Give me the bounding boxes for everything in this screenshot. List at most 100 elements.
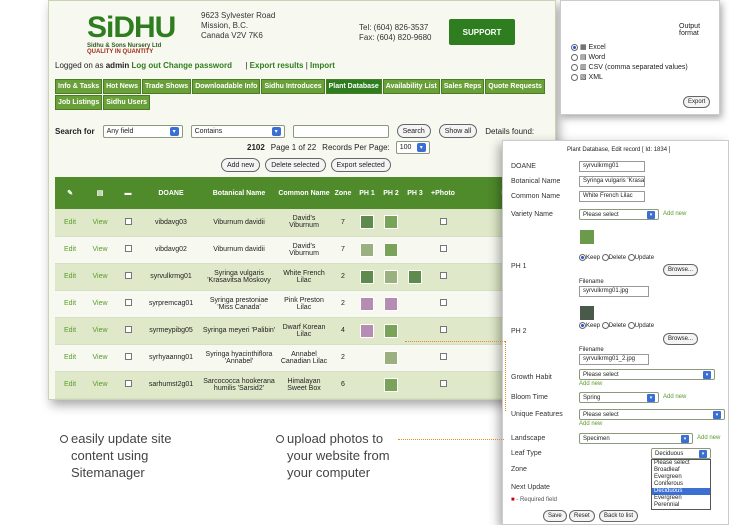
browse-button[interactable]: Browse... xyxy=(663,264,699,276)
show-all-button[interactable]: Show all xyxy=(438,124,478,138)
col-ph2[interactable]: PH 2 xyxy=(379,177,403,209)
radio[interactable] xyxy=(571,73,578,81)
back-to-list-button[interactable]: Back to list xyxy=(599,510,639,522)
bloom-select[interactable]: Spring ▾ xyxy=(579,392,659,403)
col-photo[interactable]: +Photo xyxy=(427,177,459,209)
photo-checkbox[interactable] xyxy=(439,353,447,360)
export-results-link[interactable]: Export results xyxy=(250,61,304,70)
edit-link[interactable]: Edit xyxy=(55,317,85,345)
view-link[interactable]: View xyxy=(85,344,115,372)
tab-trade-shows[interactable]: Trade Shows xyxy=(142,79,192,94)
col-botanical-name[interactable]: Botanical Name xyxy=(201,177,277,209)
common-field[interactable]: White French Lilac xyxy=(579,191,645,202)
operator-select[interactable]: Contains ▾ xyxy=(190,124,285,138)
photo-checkbox[interactable] xyxy=(439,299,447,306)
records-per-page-select[interactable]: 100 ▾ xyxy=(395,141,430,154)
view-link[interactable]: View xyxy=(85,209,115,237)
plant-thumbnail[interactable] xyxy=(384,377,398,392)
row-checkbox[interactable] xyxy=(124,272,132,279)
add-new-link[interactable]: Add new xyxy=(697,435,720,441)
filename-field[interactable]: syrvulkrmg01_2.jpg xyxy=(579,354,649,365)
unique-select[interactable]: Please select ▾ xyxy=(579,409,725,420)
add-new-link[interactable]: Add new xyxy=(663,394,686,400)
radio[interactable] xyxy=(627,254,635,261)
row-checkbox[interactable] xyxy=(124,380,132,387)
dropdown-option[interactable]: Evergreen xyxy=(652,495,710,502)
filename-field[interactable]: syrvulkrmg01.jpg xyxy=(579,286,649,297)
row-checkbox[interactable] xyxy=(124,245,132,252)
row-checkbox[interactable] xyxy=(124,326,132,333)
plant-thumbnail[interactable] xyxy=(360,269,374,284)
tab-plant-database[interactable]: Plant Database xyxy=(325,79,382,94)
photo-checkbox[interactable] xyxy=(439,272,447,279)
plant-thumbnail[interactable] xyxy=(384,242,398,257)
col-common-name[interactable]: Common Name xyxy=(277,177,331,209)
col-zone[interactable]: Zone xyxy=(331,177,355,209)
tab-sales-reps[interactable]: Sales Reps xyxy=(440,79,485,94)
radio[interactable] xyxy=(627,322,635,329)
radio[interactable] xyxy=(601,254,609,261)
edit-link[interactable]: Edit xyxy=(55,263,85,291)
leaf-select[interactable]: Deciduous ▾ xyxy=(651,448,711,459)
plant-thumbnail[interactable] xyxy=(360,242,374,257)
export-option-word[interactable]: ▤ Word xyxy=(571,53,688,63)
growth-select[interactable]: Please select ▾ xyxy=(579,369,715,380)
import-link[interactable]: Import xyxy=(310,61,335,70)
save-button[interactable]: Save xyxy=(543,510,567,522)
export-option-xml[interactable]: ▧ XML xyxy=(571,73,688,83)
add-new-link[interactable]: Add new xyxy=(579,421,602,427)
edit-link[interactable]: Edit xyxy=(55,290,85,318)
plant-thumbnail[interactable] xyxy=(384,323,398,338)
delete-selected-button[interactable]: Delete selected xyxy=(265,158,326,172)
botanical-field[interactable]: Syringa vulgaris 'Krasavitsa xyxy=(579,176,645,187)
ph1-thumbnail[interactable] xyxy=(579,229,595,245)
dropdown-option[interactable]: Please select xyxy=(652,460,710,467)
edit-link[interactable]: Edit xyxy=(55,209,85,237)
export-option-csv[interactable]: ▥ CSV (comma separated values) xyxy=(571,63,688,73)
tab-job-listings[interactable]: Job Listings xyxy=(55,95,103,110)
add-new-link[interactable]: Add new xyxy=(579,381,602,387)
browse-button[interactable]: Browse... xyxy=(663,333,699,345)
view-link[interactable]: View xyxy=(85,290,115,318)
plant-thumbnail[interactable] xyxy=(384,350,398,365)
row-checkbox[interactable] xyxy=(124,353,132,360)
plant-thumbnail[interactable] xyxy=(360,323,374,338)
tab-sidhu-users[interactable]: Sidhu Users xyxy=(103,95,151,110)
plant-thumbnail[interactable] xyxy=(384,215,398,230)
ph2-thumbnail[interactable] xyxy=(579,305,595,321)
edit-link[interactable]: Edit xyxy=(55,236,85,264)
col-doane[interactable]: DOANE xyxy=(141,177,201,209)
plant-thumbnail[interactable] xyxy=(408,269,422,284)
dropdown-option-selected[interactable]: Deciduous xyxy=(652,488,710,495)
radio-selected[interactable] xyxy=(579,322,586,329)
tab-sidhu-introduces[interactable]: Sidhu Introduces xyxy=(261,79,325,94)
tab-info-tasks[interactable]: Info & Tasks xyxy=(55,79,103,94)
export-button[interactable]: Export xyxy=(683,96,711,108)
radio[interactable] xyxy=(601,322,609,329)
variety-select[interactable]: Please select ▾ xyxy=(579,209,659,220)
plant-thumbnail[interactable] xyxy=(360,215,374,230)
reset-button[interactable]: Reset xyxy=(569,510,595,522)
plant-thumbnail[interactable] xyxy=(384,296,398,311)
radio[interactable] xyxy=(571,63,578,71)
logout-link[interactable]: Log out xyxy=(132,61,161,70)
field-select[interactable]: Any field ▾ xyxy=(102,124,183,138)
view-link[interactable]: View xyxy=(85,371,115,399)
plant-thumbnail[interactable] xyxy=(384,269,398,284)
radio-selected[interactable] xyxy=(571,43,578,51)
edit-link[interactable]: Edit xyxy=(55,344,85,372)
add-new-button[interactable]: Add new xyxy=(221,158,261,172)
tab-availability-list[interactable]: Availability List xyxy=(382,79,440,94)
dropdown-option[interactable]: Coniferous xyxy=(652,481,710,488)
col-ph1[interactable]: PH 1 xyxy=(355,177,379,209)
plant-thumbnail[interactable] xyxy=(360,296,374,311)
dropdown-option[interactable]: Perennial xyxy=(652,502,710,509)
landscape-select[interactable]: Specimen ▾ xyxy=(579,433,693,444)
dropdown-option[interactable]: Broadleaf Evergreen xyxy=(652,467,710,481)
edit-link[interactable]: Edit xyxy=(55,371,85,399)
search-button[interactable]: Search xyxy=(396,124,431,138)
change-password-link[interactable]: Change password xyxy=(163,61,232,70)
export-selected-button[interactable]: Export selected xyxy=(330,158,391,172)
tab-hot-news[interactable]: Hot News xyxy=(103,79,142,94)
view-link[interactable]: View xyxy=(85,317,115,345)
